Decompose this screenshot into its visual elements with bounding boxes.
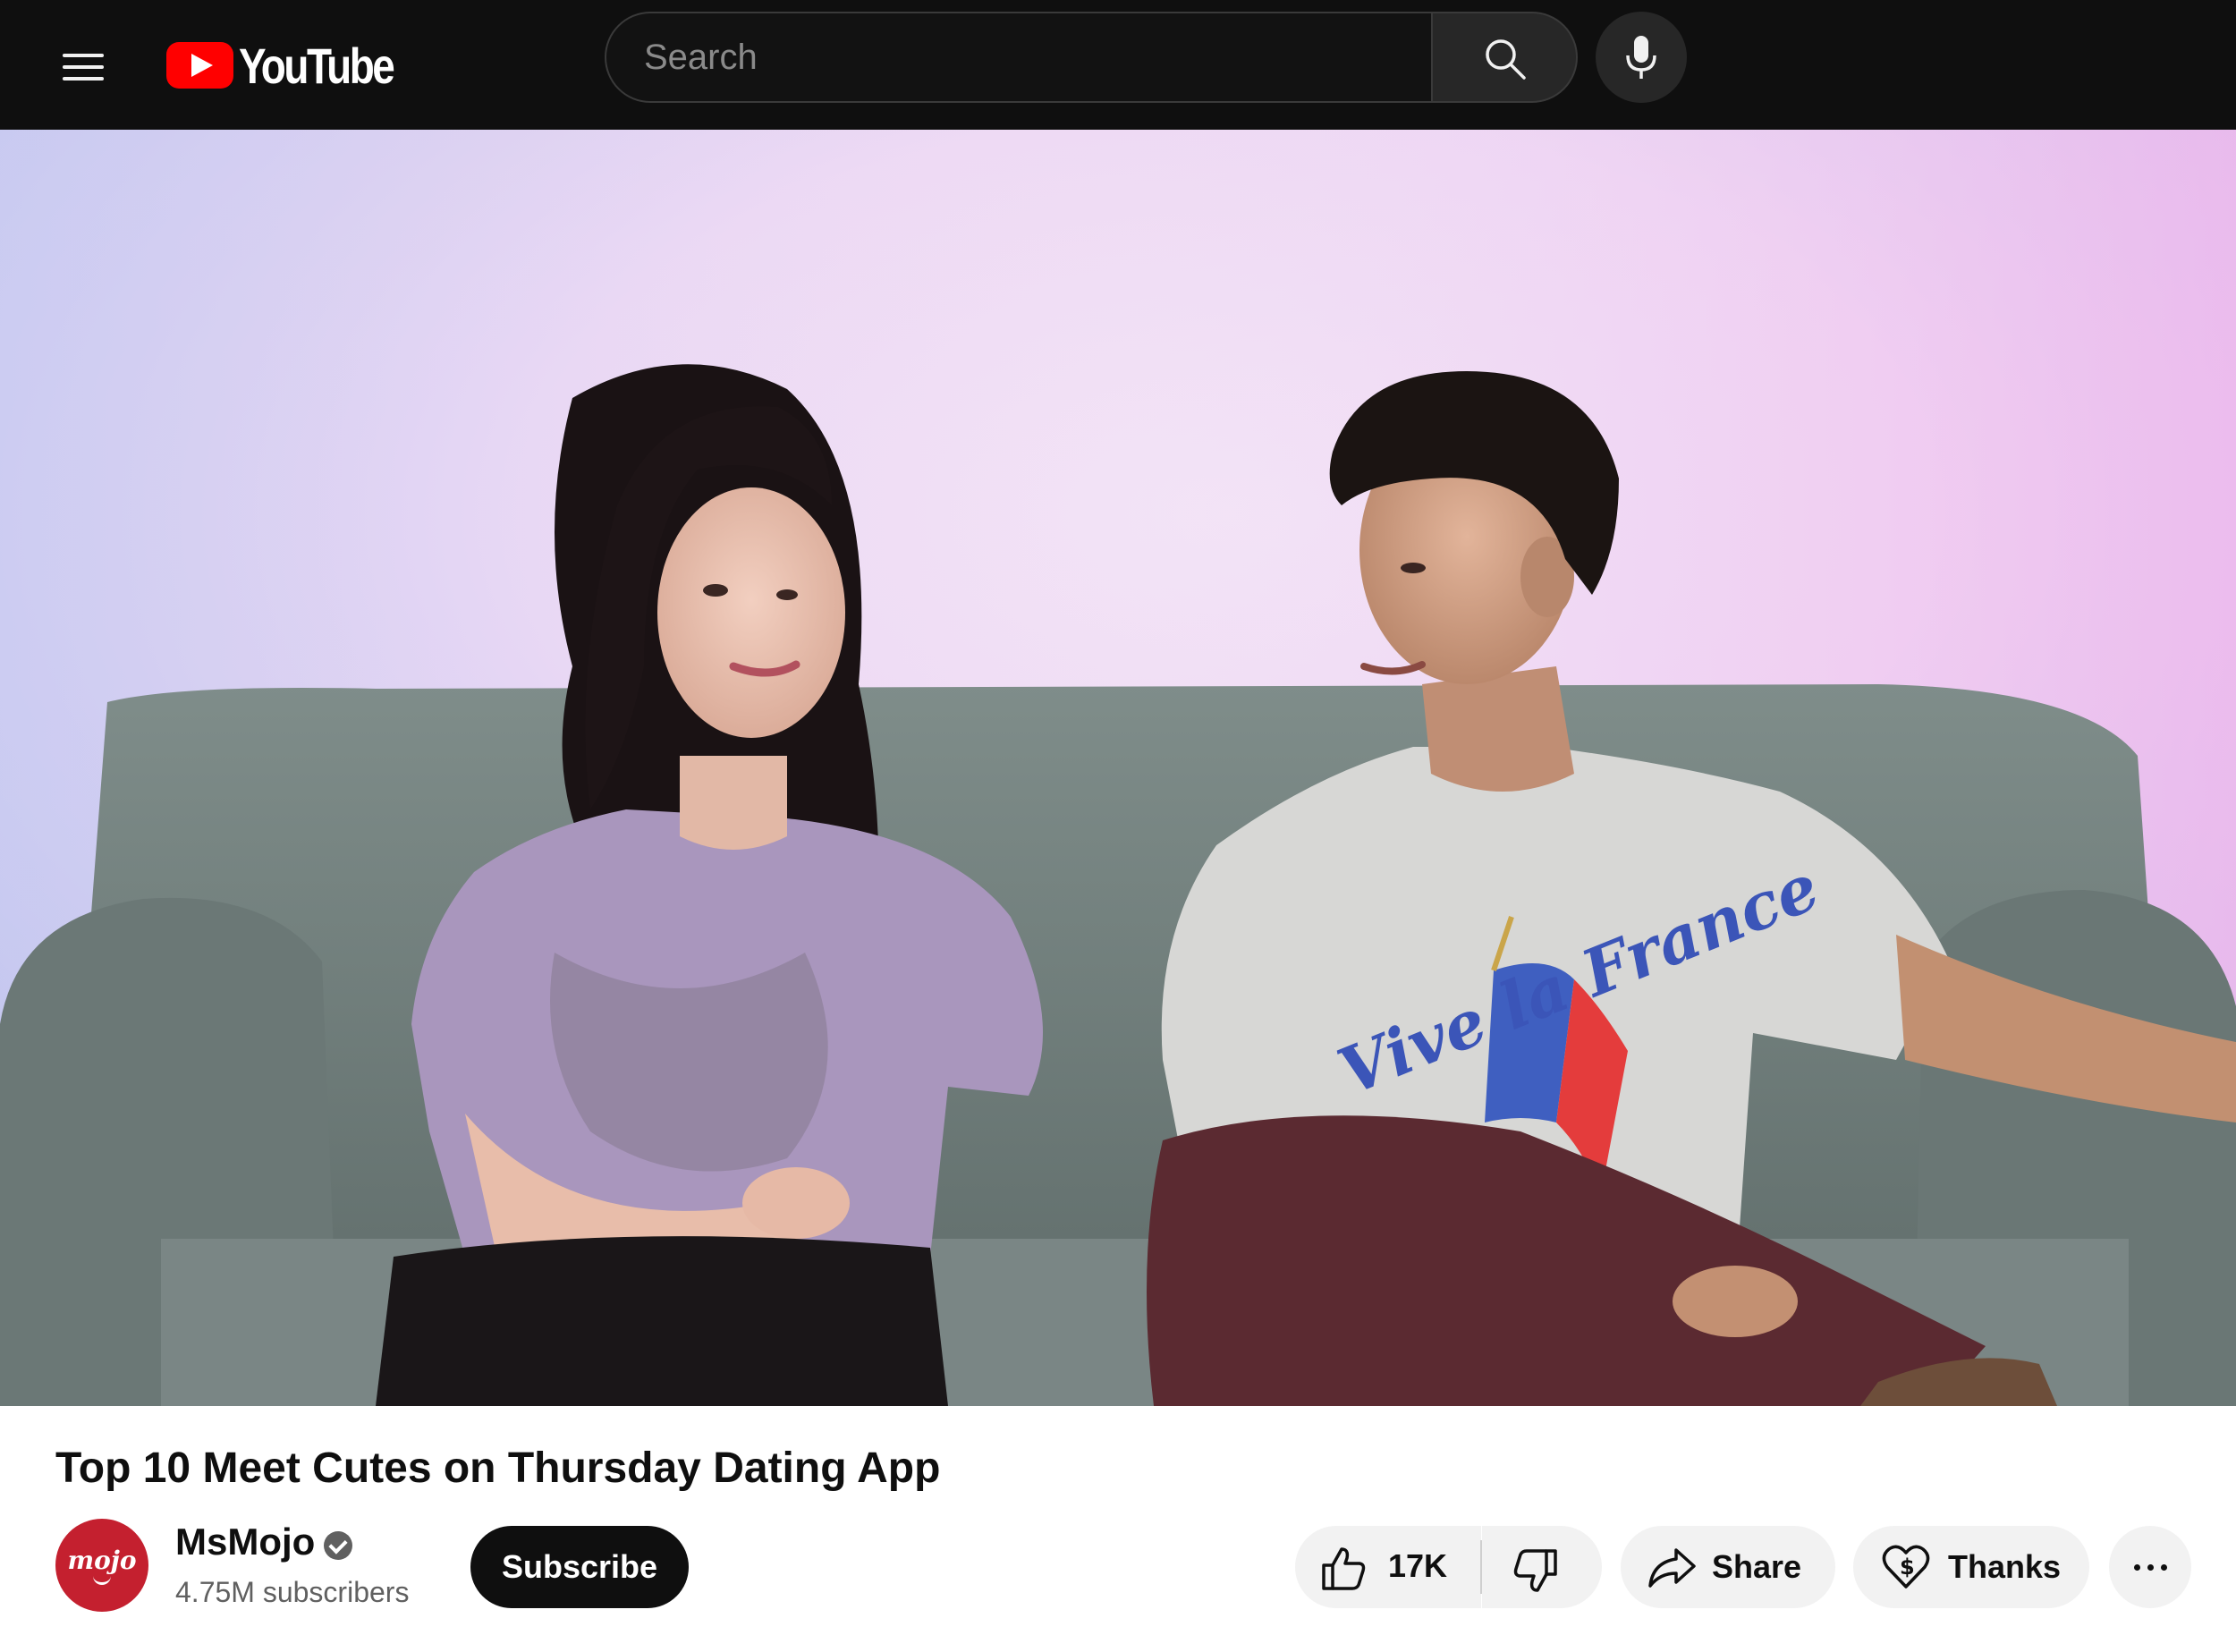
- menu-icon[interactable]: [50, 33, 116, 99]
- thanks-button[interactable]: $ Thanks: [1853, 1526, 2089, 1608]
- search-icon: [1486, 39, 1526, 80]
- more-actions-button[interactable]: [2109, 1526, 2191, 1608]
- svg-text:$: $: [1900, 1555, 1915, 1580]
- thumbs-down-icon: [1513, 1549, 1557, 1592]
- share-arrow-icon: [1648, 1548, 1696, 1588]
- channel-avatar[interactable]: mojo: [55, 1519, 148, 1612]
- video-player[interactable]: Vive la France: [0, 130, 2236, 1406]
- channel-name[interactable]: MsMojo: [175, 1521, 315, 1563]
- thumbs-up-icon: [1322, 1547, 1366, 1590]
- search-button[interactable]: [1431, 12, 1578, 103]
- share-label: Share: [1712, 1548, 1802, 1585]
- thanks-label: Thanks: [1948, 1548, 2062, 1585]
- youtube-logo-text: YouTube: [239, 37, 395, 94]
- voice-search-button[interactable]: [1596, 12, 1687, 103]
- avatar-logo-text: mojo: [67, 1546, 137, 1575]
- like-button[interactable]: 17K: [1295, 1526, 1481, 1608]
- youtube-logo-icon: [166, 42, 233, 89]
- verified-check-icon: [324, 1531, 352, 1560]
- youtube-logo[interactable]: YouTube: [166, 32, 427, 98]
- video-title: Top 10 Meet Cutes on Thursday Dating App: [55, 1444, 941, 1492]
- search-input[interactable]: [644, 13, 1413, 101]
- subscribe-button[interactable]: Subscribe: [470, 1526, 689, 1608]
- share-button[interactable]: Share: [1621, 1526, 1835, 1608]
- like-count: 17K: [1388, 1547, 1448, 1584]
- avatar-smile: [93, 1576, 111, 1585]
- search-box: [605, 12, 1435, 103]
- mic-icon: [1626, 36, 1656, 79]
- video-frame: Vive la France: [0, 130, 2236, 1406]
- more-dots-icon: [2134, 1564, 2140, 1571]
- subscriber-count: 4.75M subscribers: [175, 1576, 410, 1608]
- top-bar: YouTube: [0, 0, 2236, 130]
- heart-dollar-icon: $: [1882, 1545, 1930, 1588]
- dislike-button[interactable]: [1482, 1526, 1602, 1608]
